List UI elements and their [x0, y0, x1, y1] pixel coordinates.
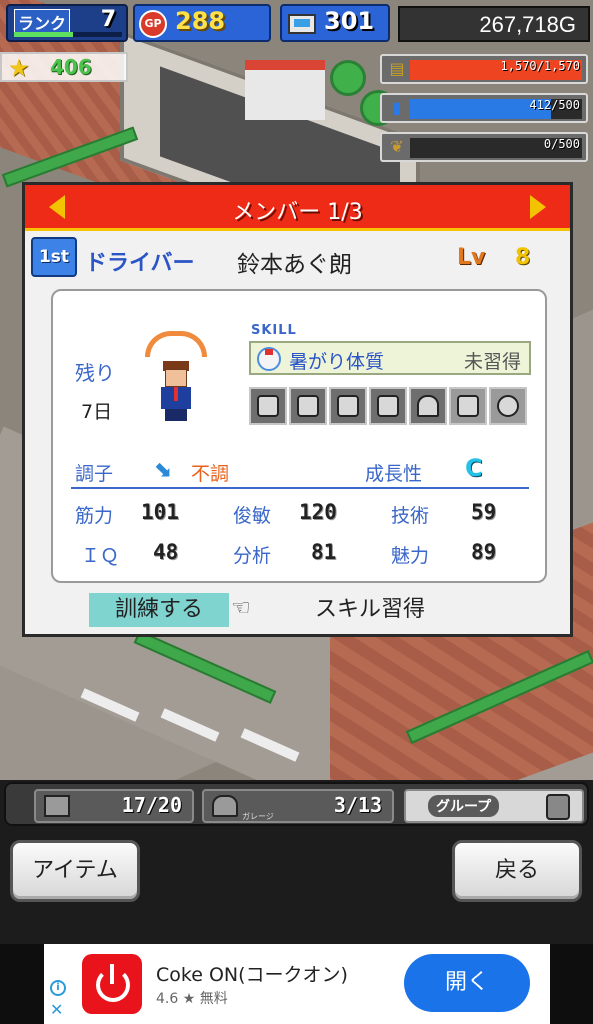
- tire-slot-icon[interactable]: [489, 387, 527, 425]
- level-value: 8: [515, 245, 531, 270]
- stat-technique-label: 技術: [391, 505, 430, 527]
- gp-value: 288: [175, 7, 226, 35]
- crate-icon: [44, 795, 70, 817]
- resource-drink-text: 412/500: [529, 98, 580, 112]
- pointing-hand-icon: ☜: [231, 596, 251, 621]
- engine-slot-icon[interactable]: [249, 387, 287, 425]
- ad-card[interactable]: i ✕ Coke ON(コークオン) 4.6 ★ 無料 開く: [44, 944, 550, 1024]
- drink-bottle-icon: ▮: [392, 98, 402, 117]
- equipment-slots: [249, 387, 531, 427]
- skill-type-icon: [257, 347, 281, 371]
- member-rank-badge: 1st: [31, 237, 77, 277]
- next-member-arrow-icon[interactable]: [530, 195, 546, 219]
- train-button[interactable]: 訓練する: [89, 593, 229, 627]
- stat-agility-value: 120: [299, 500, 337, 524]
- member-face-icon: [546, 794, 570, 820]
- member-role: ドライバー: [85, 251, 195, 276]
- pc-value: 301: [324, 7, 375, 35]
- garage-count-value: 3/13: [333, 793, 382, 817]
- counter-tray: 17/20 ガレージ 3/13 グループ: [4, 782, 589, 826]
- star-value: 406: [50, 55, 92, 79]
- dialog-title: メンバー 1/3: [232, 200, 363, 225]
- learn-skill-button[interactable]: スキル習得: [315, 593, 425, 627]
- level-label: Lv: [457, 245, 486, 270]
- remaining-days-label: 残り: [75, 361, 115, 385]
- member-portrait: [157, 361, 195, 423]
- gp-coin-icon: GP: [139, 10, 167, 38]
- member-dialog: メンバー 1/3 1st ドライバー 鈴本あぐ朗 Lv 8 残り 7日 SKIL…: [22, 182, 573, 637]
- ad-open-button[interactable]: 開く: [404, 954, 530, 1012]
- stat-strength-value: 101: [141, 500, 179, 524]
- resource-money-text: 1,570/1,570: [500, 59, 580, 73]
- growth-label: 成長性: [365, 463, 423, 485]
- condition-label: 調子: [75, 463, 114, 485]
- shop-building: [245, 60, 325, 120]
- star-icon: ★: [8, 54, 30, 82]
- pc-counter[interactable]: 301: [280, 4, 390, 42]
- member-counter[interactable]: 17/20: [34, 789, 194, 823]
- gear-slot-icon[interactable]: [329, 387, 367, 425]
- member-count-value: 17/20: [121, 793, 182, 817]
- rank-indicator: ランク 7: [6, 4, 128, 42]
- car-slot-icon[interactable]: [409, 387, 447, 425]
- gp-counter[interactable]: GP 288: [133, 4, 271, 42]
- computer-icon: [288, 14, 316, 34]
- group-label: グループ: [428, 795, 500, 817]
- money-value: 267,718G: [479, 12, 576, 37]
- ad-close-icon[interactable]: ✕: [50, 1000, 63, 1019]
- skill-heading: SKILL: [251, 323, 297, 338]
- item-button[interactable]: アイテム: [10, 840, 140, 902]
- app-logo-icon: [82, 954, 142, 1014]
- ad-rating: 4.6 ★ 無料: [156, 991, 228, 1007]
- garage-label: ガレージ: [242, 812, 274, 821]
- remaining-days-value: 7日: [81, 401, 113, 423]
- stat-strength-label: 筋力: [75, 505, 114, 527]
- wheat-icon: ❦: [390, 137, 404, 156]
- halo-icon: [145, 331, 207, 357]
- member-name: 鈴本あぐ朗: [237, 252, 352, 278]
- money-stack-icon: ▤: [389, 59, 405, 78]
- stat-charm-label: 魅力: [391, 545, 430, 567]
- growth-value: C: [465, 454, 483, 482]
- rank-progress-bar: [14, 32, 122, 37]
- chassis-slot-icon[interactable]: [289, 387, 327, 425]
- group-button[interactable]: グループ: [404, 789, 584, 823]
- ad-app-name: Coke ON(コークオン): [156, 964, 348, 986]
- stat-technique-value: 59: [471, 500, 497, 524]
- resource-bar-drink: ▮ 412/500: [380, 93, 588, 123]
- skill-name: 暑がり体質: [289, 351, 385, 373]
- skill-entry[interactable]: 暑がり体質 未習得: [249, 341, 531, 375]
- helmet-slot-icon[interactable]: [369, 387, 407, 425]
- stats-divider: [71, 487, 529, 489]
- back-button[interactable]: 戻る: [452, 840, 582, 902]
- resource-bar-food: ❦ 0/500: [380, 132, 588, 162]
- ad-info-icon[interactable]: i: [50, 980, 66, 996]
- stat-analysis-value: 81: [311, 540, 337, 564]
- garage-counter[interactable]: ガレージ 3/13: [202, 789, 394, 823]
- resource-food-text: 0/500: [543, 137, 580, 151]
- condition-down-arrow-icon: ⬊: [153, 457, 172, 482]
- condition-value: 不調: [191, 463, 230, 485]
- wrench-slot-icon[interactable]: [449, 387, 487, 425]
- rank-value: 7: [100, 7, 116, 32]
- skill-status: 未習得: [463, 351, 521, 373]
- stat-charm-value: 89: [471, 540, 497, 564]
- star-counter: ★ 406: [0, 52, 128, 82]
- bottom-bar: 17/20 ガレージ 3/13 グループ アイテム 戻る: [0, 780, 593, 944]
- stat-iq-label: ＩＱ: [81, 545, 120, 567]
- resource-bar-money: ▤ 1,570/1,570: [380, 54, 588, 84]
- ad-banner: i ✕ Coke ON(コークオン) 4.6 ★ 無料 開く: [0, 944, 593, 1024]
- garage-car-icon: [212, 795, 238, 817]
- stat-iq-value: 48: [153, 540, 179, 564]
- stat-agility-label: 俊敏: [233, 505, 272, 527]
- member-detail-panel: 残り 7日 SKILL 暑がり体質 未習得 調子 ⬊ 不調 成長性 C 筋力 1…: [51, 289, 547, 583]
- dialog-header: メンバー 1/3: [25, 185, 570, 231]
- stat-analysis-label: 分析: [233, 545, 272, 567]
- money-display: 267,718G: [398, 6, 590, 42]
